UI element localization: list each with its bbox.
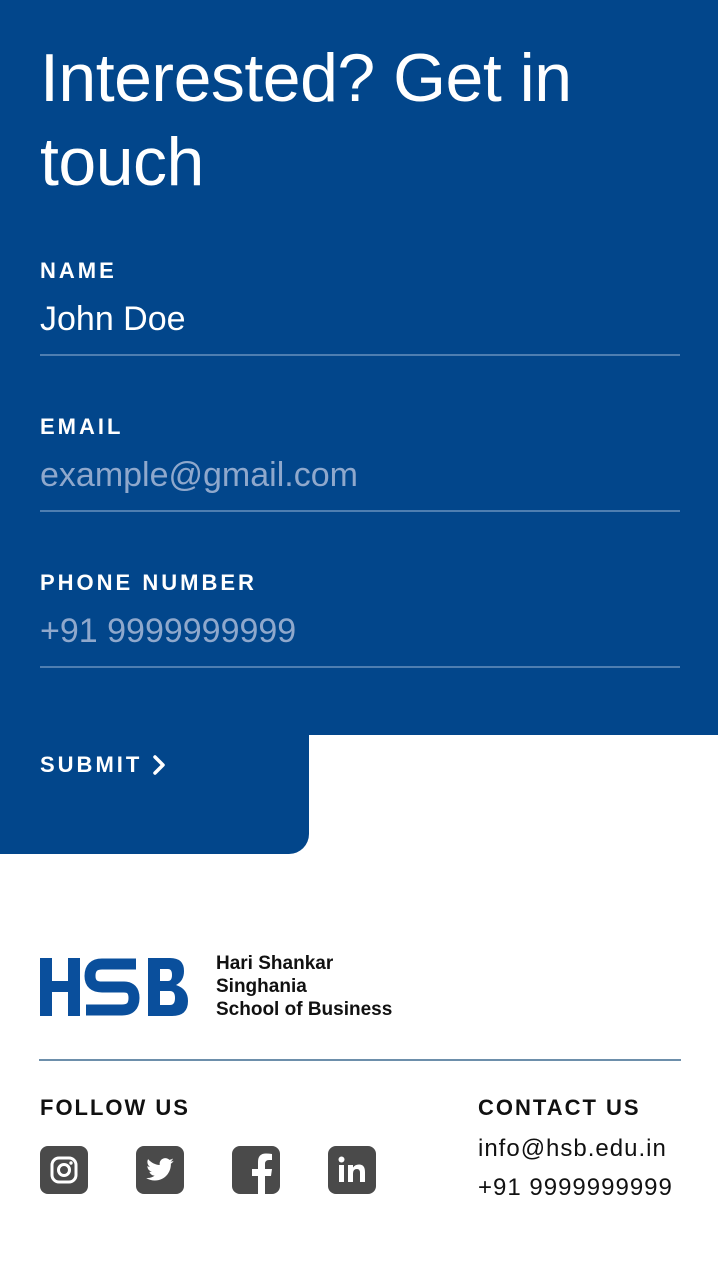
logo-line-3: School of Business xyxy=(216,999,393,1020)
logo-text: Hari Shankar Singhania School of Busines… xyxy=(216,952,392,1021)
submit-label: SUBMIT xyxy=(40,752,143,777)
logo-line-2: Singhania xyxy=(216,976,307,997)
contact-us-heading: CONTACT US xyxy=(478,1095,641,1120)
contact-phone-link[interactable]: +91 9999999999 xyxy=(478,1173,673,1203)
email-input[interactable] xyxy=(40,452,680,512)
submit-button[interactable]: SUBMIT xyxy=(40,752,166,778)
name-input[interactable] xyxy=(40,296,680,356)
logo-line-1: Hari Shankar xyxy=(216,953,334,974)
contact-email-link[interactable]: info@hsb.edu.in xyxy=(478,1134,667,1164)
facebook-icon xyxy=(252,1153,272,1194)
hsb-logo-mark xyxy=(40,957,188,1016)
social-links xyxy=(40,1146,376,1194)
phone-label: PHONE NUMBER xyxy=(40,570,257,595)
phone-input[interactable] xyxy=(40,608,680,668)
footer-divider xyxy=(39,1059,681,1061)
contact-page: Interested? Get in touch NAME EMAIL PHON… xyxy=(0,0,718,1262)
name-field: NAME xyxy=(40,258,680,378)
twitter-icon xyxy=(146,1158,174,1181)
email-label: EMAIL xyxy=(40,414,124,439)
phone-field: PHONE NUMBER xyxy=(40,570,680,690)
email-field: EMAIL xyxy=(40,414,680,534)
section-notch xyxy=(309,735,718,854)
hsb-logo[interactable]: Hari Shankar Singhania School of Busines… xyxy=(40,952,392,1021)
form-title: Interested? Get in touch xyxy=(40,40,572,200)
instagram-icon xyxy=(50,1156,78,1184)
chevron-right-icon xyxy=(153,755,166,775)
follow-us-heading: FOLLOW US xyxy=(40,1095,190,1120)
instagram-link[interactable] xyxy=(40,1146,88,1194)
linkedin-link[interactable] xyxy=(328,1146,376,1194)
linkedin-icon xyxy=(338,1156,365,1182)
facebook-link[interactable] xyxy=(232,1146,280,1194)
twitter-link[interactable] xyxy=(136,1146,184,1194)
name-label: NAME xyxy=(40,258,117,283)
